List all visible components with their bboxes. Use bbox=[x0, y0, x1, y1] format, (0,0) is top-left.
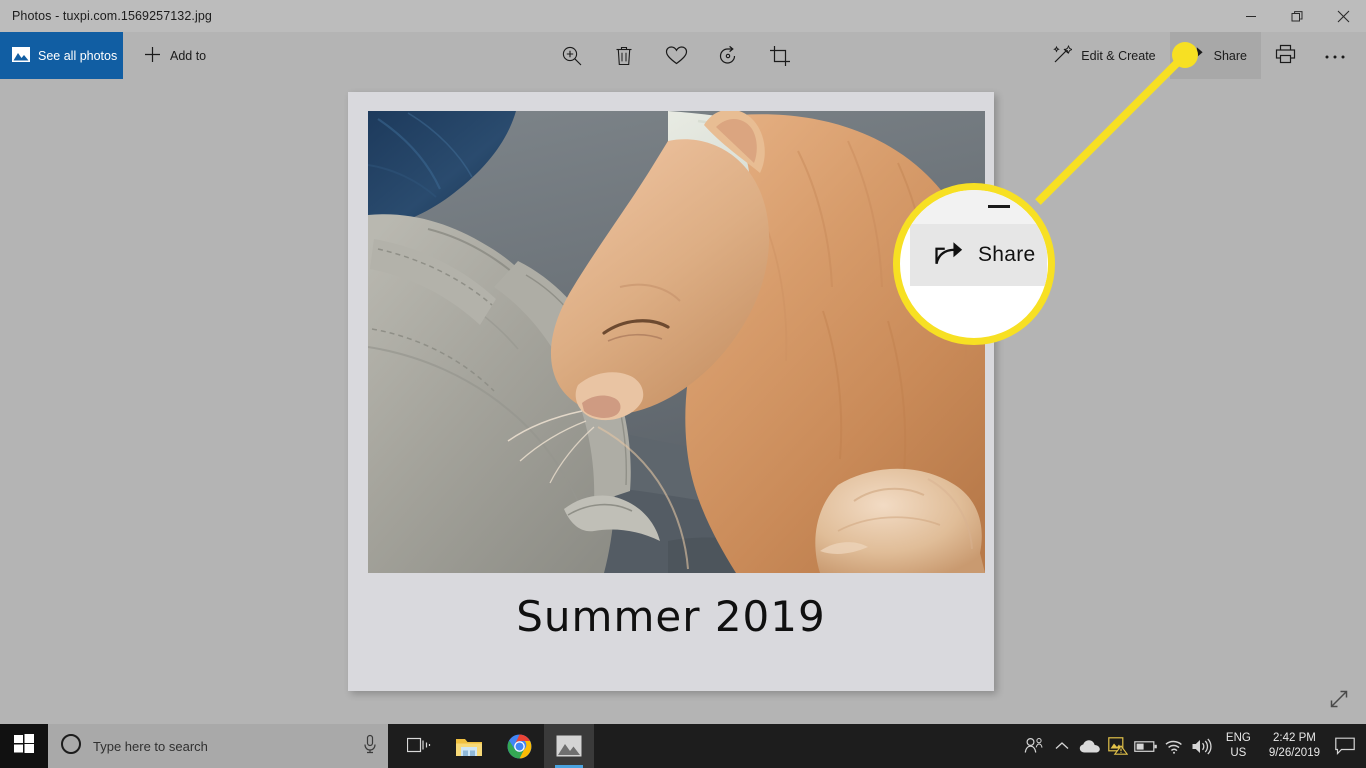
center-toolbar-group bbox=[560, 32, 792, 79]
language-indicator[interactable]: ENG US bbox=[1216, 724, 1261, 768]
zoom-callout-bubble: Share bbox=[893, 183, 1055, 345]
callout-toolbar-strip bbox=[900, 190, 1048, 224]
windows-logo-icon bbox=[14, 733, 34, 759]
taskbar-app-icons bbox=[394, 724, 594, 768]
microphone-icon[interactable] bbox=[362, 734, 378, 759]
minimize-button[interactable] bbox=[1228, 0, 1274, 32]
language-line-1: ENG bbox=[1225, 732, 1251, 744]
battery-icon[interactable] bbox=[1132, 724, 1160, 768]
search-input[interactable]: Type here to search bbox=[93, 739, 351, 754]
edit-create-button[interactable]: Edit & Create bbox=[1039, 32, 1169, 79]
task-view-icon[interactable] bbox=[394, 724, 444, 768]
see-all-photos-button[interactable]: See all photos bbox=[0, 32, 123, 79]
volume-icon[interactable] bbox=[1188, 724, 1216, 768]
callout-share-icon bbox=[934, 239, 966, 271]
close-button[interactable] bbox=[1320, 0, 1366, 32]
print-button[interactable] bbox=[1261, 32, 1310, 79]
system-tray: ENG US 2:42 PM 9/26/2019 bbox=[1020, 724, 1366, 768]
callout-share-button[interactable]: Share bbox=[910, 224, 1047, 286]
zoom-in-icon[interactable] bbox=[560, 44, 584, 68]
language-line-2: US bbox=[1230, 747, 1247, 759]
edit-create-label: Edit & Create bbox=[1081, 48, 1156, 63]
magic-wand-icon bbox=[1053, 44, 1074, 67]
callout-minimize-dash-icon bbox=[988, 205, 1010, 208]
clock-time: 2:42 PM bbox=[1273, 732, 1316, 744]
right-toolbar-group: Edit & Create Share bbox=[1039, 32, 1360, 79]
title-bar: Photos - tuxpi.com.1569257132.jpg bbox=[0, 0, 1366, 32]
photo-image[interactable] bbox=[368, 111, 985, 573]
callout-share-label: Share bbox=[978, 243, 1036, 266]
fullscreen-toggle-icon[interactable] bbox=[1326, 686, 1352, 712]
clock[interactable]: 2:42 PM 9/26/2019 bbox=[1261, 724, 1328, 768]
file-explorer-icon[interactable] bbox=[444, 724, 494, 768]
photo-stage: Summer 2019 bbox=[0, 79, 1366, 724]
photos-icon[interactable] bbox=[544, 724, 594, 768]
window-title: Photos - tuxpi.com.1569257132.jpg bbox=[12, 9, 212, 23]
plus-icon bbox=[144, 46, 161, 66]
window-controls bbox=[1228, 0, 1366, 32]
cat-photo-illustration bbox=[368, 111, 985, 573]
add-to-button[interactable]: Add to bbox=[132, 32, 218, 79]
wifi-icon[interactable] bbox=[1160, 724, 1188, 768]
ellipsis-icon bbox=[1324, 49, 1346, 63]
print-icon bbox=[1275, 44, 1296, 67]
see-all-photos-label: See all photos bbox=[38, 48, 118, 63]
photos-collection-icon bbox=[12, 46, 30, 65]
callout-content: Share bbox=[900, 190, 1048, 338]
onedrive-sync-warning-icon[interactable] bbox=[1104, 724, 1132, 768]
more-options-button[interactable] bbox=[1310, 32, 1360, 79]
photo-caption: Summer 2019 bbox=[516, 592, 826, 641]
share-label: Share bbox=[1213, 48, 1247, 63]
polaroid-frame[interactable]: Summer 2019 bbox=[348, 92, 994, 691]
rotate-icon[interactable] bbox=[716, 44, 740, 68]
windows-taskbar: Type here to search ENG US 2:42 PM 9/26/… bbox=[0, 724, 1366, 768]
add-to-label: Add to bbox=[170, 48, 207, 63]
clock-date: 9/26/2019 bbox=[1268, 747, 1320, 759]
onedrive-cloud-icon[interactable] bbox=[1076, 724, 1104, 768]
heart-icon[interactable] bbox=[664, 44, 688, 68]
start-button[interactable] bbox=[0, 724, 48, 768]
show-hidden-icons-chevron-up-icon[interactable] bbox=[1048, 724, 1076, 768]
crop-icon[interactable] bbox=[768, 44, 792, 68]
action-center-icon[interactable] bbox=[1328, 724, 1362, 768]
delete-icon[interactable] bbox=[612, 44, 636, 68]
chrome-icon[interactable] bbox=[494, 724, 544, 768]
annotation-pointer-dot bbox=[1172, 42, 1198, 68]
restore-button[interactable] bbox=[1274, 0, 1320, 32]
cortana-circle-icon bbox=[60, 733, 82, 760]
photos-app-window: Photos - tuxpi.com.1569257132.jpg See al… bbox=[0, 0, 1366, 768]
people-icon[interactable] bbox=[1020, 724, 1048, 768]
taskbar-search-box[interactable]: Type here to search bbox=[48, 724, 388, 768]
